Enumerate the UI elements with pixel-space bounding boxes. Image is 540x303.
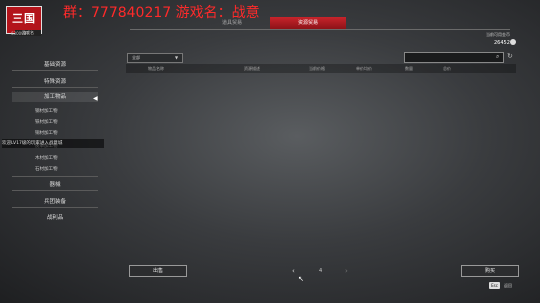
search-input[interactable]: ⌕ — [404, 52, 504, 63]
column-header-unit-price[interactable]: 单价均价 — [356, 66, 372, 72]
sidebar-item-basic[interactable]: 基础资源 — [12, 60, 98, 68]
column-header-price[interactable]: 当前价格 — [309, 66, 325, 72]
sidebar-item-special[interactable]: 特殊资源 — [12, 77, 98, 85]
sidebar-divider — [12, 190, 98, 191]
refresh-icon[interactable]: ↻ — [507, 52, 513, 60]
sidebar-divider — [12, 176, 98, 177]
sidebar-item-processed[interactable]: 加工物品 — [12, 92, 98, 102]
sidebar-item-siege[interactable]: 器械 — [12, 180, 98, 188]
page-prev-icon[interactable]: ‹ — [292, 267, 295, 275]
search-icon[interactable]: ⌕ — [496, 53, 499, 61]
esc-key[interactable]: Esc — [489, 282, 500, 289]
buy-button[interactable]: 购买 — [461, 265, 519, 277]
sidebar-divider — [12, 207, 98, 208]
logo-text: 三国 — [12, 12, 36, 25]
coin-icon — [510, 39, 516, 45]
sidebar-subitem[interactable]: 石材加工物 — [35, 166, 58, 172]
currency-value: 26452 — [494, 40, 510, 46]
tab-resource-trade[interactable]: 资源贸易 — [270, 17, 346, 29]
column-header-desc[interactable]: 资源描述 — [244, 66, 260, 72]
sidebar-divider — [12, 87, 98, 88]
mouse-cursor-icon: ↖ — [298, 275, 304, 283]
game-logo: 三国 游戏名 — [6, 6, 42, 36]
player-id: 6300987 — [11, 31, 29, 36]
sidebar-subitem[interactable]: 铜材加工物 — [35, 130, 58, 136]
tab-divider — [130, 29, 510, 30]
chevron-left-icon: ◀ — [93, 95, 98, 102]
column-header-name[interactable]: 物品名称 — [148, 66, 164, 72]
sidebar-item-loot[interactable]: 战利品 — [12, 213, 98, 221]
page-number: 4 — [319, 268, 323, 274]
sidebar-subitem[interactable]: 铁材加工物 — [35, 119, 58, 125]
page-next-icon[interactable]: › — [345, 267, 348, 275]
sidebar-subitem[interactable]: 钢材加工物 — [35, 108, 58, 114]
column-header-quantity[interactable]: 数量 — [405, 66, 413, 72]
sell-button[interactable]: 出售 — [129, 265, 187, 277]
filter-selected: 全部 — [132, 55, 140, 60]
column-header-total[interactable]: 总价 — [443, 66, 451, 72]
sidebar-subitem[interactable]: 木材加工物 — [35, 155, 58, 161]
tab-item-trade[interactable]: 道具贸易 — [194, 17, 270, 29]
currency-label: 当前可用金币 — [486, 32, 510, 37]
chevron-down-icon: ▼ — [175, 55, 179, 60]
sidebar-divider — [12, 70, 98, 71]
filter-dropdown[interactable]: 全部 ▼ — [127, 53, 183, 63]
esc-label: 返回 — [504, 283, 512, 288]
sidebar-item-equipment[interactable]: 兵团装备 — [12, 197, 98, 205]
welcome-banner: 欢迎LV17级的玩家进入战意城 — [2, 139, 104, 148]
